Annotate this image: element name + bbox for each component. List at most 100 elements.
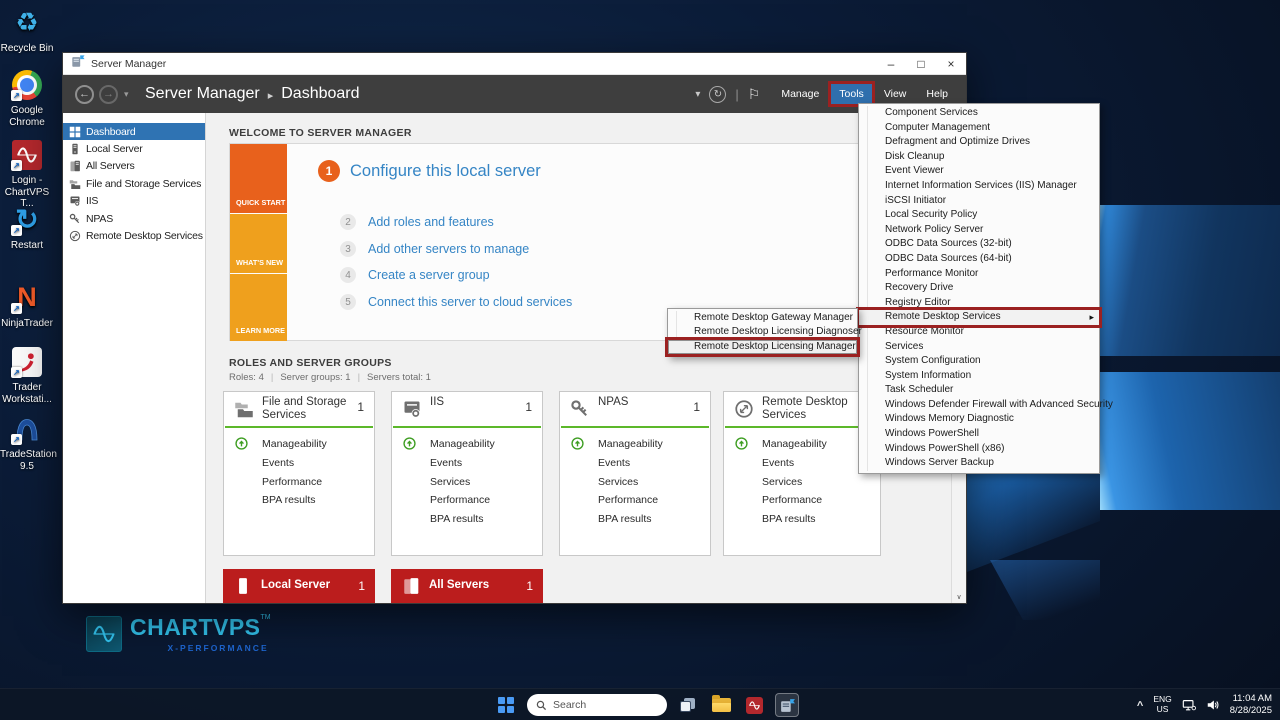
network-icon[interactable] xyxy=(1182,698,1196,712)
tools-menu-item-component-services[interactable]: Component Services xyxy=(859,106,1099,121)
desktop-icon-restart[interactable]: ↻↗Restart xyxy=(0,203,54,252)
back-icon[interactable]: ← xyxy=(75,85,94,104)
sidebar-item-dashboard[interactable]: Dashboard xyxy=(63,123,205,140)
step-link[interactable]: Create a server group xyxy=(368,268,490,282)
server-manager-taskbar-button[interactable] xyxy=(775,693,799,717)
desktop-icon-trader-workstati[interactable]: ↗Trader Workstati... xyxy=(0,345,54,405)
role-card-header[interactable]: IIS1 xyxy=(392,392,542,426)
taskbar-search[interactable] xyxy=(527,694,667,716)
language-indicator[interactable]: ENG US xyxy=(1153,695,1171,715)
status-card-local-server[interactable]: Local Server1 xyxy=(223,569,375,603)
menubar-item-tools[interactable]: Tools xyxy=(831,84,872,104)
desktop-icon-ninjatrader[interactable]: N↗NinjaTrader xyxy=(0,281,54,330)
welcome-step-create-a-server-group[interactable]: 4Create a server group xyxy=(340,267,490,283)
tools-menu-item-system-configuration[interactable]: System Configuration xyxy=(859,354,1099,369)
sidebar-item-remote-desktop-services[interactable]: Remote Desktop Services▷ xyxy=(63,227,205,244)
tools-menu-item-windows-server-backup[interactable]: Windows Server Backup xyxy=(859,456,1099,471)
sidebar-item-local-server[interactable]: Local Server xyxy=(63,140,205,157)
sidebar-item-file-and-storage-services[interactable]: File and Storage Services▷ xyxy=(63,175,205,192)
desktop-icon-login-chartvps-t[interactable]: ↗Login - ChartVPS T... xyxy=(0,138,54,210)
tools-menu-item-services[interactable]: Services xyxy=(859,340,1099,355)
step-link[interactable]: Add roles and features xyxy=(368,215,494,229)
card-row-manageability[interactable]: Manageability xyxy=(560,435,710,454)
welcome-step-connect-this-server-to-cloud-services[interactable]: 5Connect this server to cloud services xyxy=(340,294,572,310)
breadcrumb-root[interactable]: Server Manager xyxy=(145,85,260,103)
tools-menu-item-registry-editor[interactable]: Registry Editor xyxy=(859,296,1099,311)
card-row-services[interactable]: Services xyxy=(724,472,880,491)
scroll-down-icon[interactable]: ∨ xyxy=(952,593,966,601)
close-button[interactable]: × xyxy=(936,53,966,75)
card-row-manageability[interactable]: Manageability xyxy=(392,435,542,454)
submenu-item-remote-desktop-gateway-manager[interactable]: Remote Desktop Gateway Manager xyxy=(668,311,857,325)
chartvps-taskbar-button[interactable] xyxy=(742,693,766,717)
card-row-performance[interactable]: Performance xyxy=(392,491,542,510)
tools-menu-item-remote-desktop-services[interactable]: Remote Desktop Services▸ xyxy=(859,310,1099,325)
desktop-icon-google-chrome[interactable]: ↗Google Chrome xyxy=(0,68,54,128)
submenu-item-remote-desktop-licensing-manager[interactable]: Remote Desktop Licensing Manager xyxy=(668,340,857,354)
history-dropdown-icon[interactable]: ▾ xyxy=(124,89,129,100)
tools-menu-item-network-policy-server[interactable]: Network Policy Server xyxy=(859,223,1099,238)
step-link[interactable]: Connect this server to cloud services xyxy=(368,295,572,309)
card-row-bpa-results[interactable]: BPA results xyxy=(724,510,880,529)
card-row-services[interactable]: Services xyxy=(392,472,542,491)
tray-chevron-icon[interactable]: ^ xyxy=(1137,700,1143,712)
welcome-step-add-other-servers-to-manage[interactable]: 3Add other servers to manage xyxy=(340,241,529,257)
tools-menu-item-local-security-policy[interactable]: Local Security Policy xyxy=(859,208,1099,223)
card-row-services[interactable]: Services xyxy=(560,472,710,491)
refresh-icon[interactable]: ↻ xyxy=(709,86,726,103)
file-explorer-button[interactable] xyxy=(709,693,733,717)
clock[interactable]: 11:04 AM 8/28/2025 xyxy=(1230,693,1272,718)
tools-menu-item-odbc-data-sources-64-bit[interactable]: ODBC Data Sources (64-bit) xyxy=(859,252,1099,267)
sidebar-item-npas[interactable]: NPAS xyxy=(63,210,205,227)
role-card-header[interactable]: NPAS1 xyxy=(560,392,710,426)
tools-menu-item-recovery-drive[interactable]: Recovery Drive xyxy=(859,281,1099,296)
start-button[interactable] xyxy=(494,693,518,717)
volume-icon[interactable] xyxy=(1206,698,1220,712)
card-row-performance[interactable]: Performance xyxy=(724,491,880,510)
card-row-bpa-results[interactable]: BPA results xyxy=(392,510,542,529)
forward-icon[interactable]: → xyxy=(99,85,118,104)
card-row-events[interactable]: Events xyxy=(560,454,710,473)
card-row-events[interactable]: Events xyxy=(392,454,542,473)
desktop-icon-tradestation-9-5[interactable]: ↗TradeStation 9.5 xyxy=(0,412,54,472)
menubar-item-manage[interactable]: Manage xyxy=(773,84,827,104)
search-input[interactable] xyxy=(553,699,653,711)
tools-menu-item-resource-monitor[interactable]: Resource Monitor xyxy=(859,325,1099,340)
maximize-button[interactable]: □ xyxy=(906,53,936,75)
role-card-header[interactable]: Remote Desktop Services1 xyxy=(724,392,880,426)
card-row-manageability[interactable]: Manageability xyxy=(724,435,880,454)
notifications-dropdown-icon[interactable]: ▾ xyxy=(695,89,700,100)
tools-menu-item-defragment-and-optimize-drives[interactable]: Defragment and Optimize Drives xyxy=(859,135,1099,150)
tools-menu-item-internet-information-services-iis-manager[interactable]: Internet Information Services (IIS) Mana… xyxy=(859,179,1099,194)
welcome-step-configure-this-local-server[interactable]: 1Configure this local server xyxy=(318,160,541,182)
status-card-all-servers[interactable]: All Servers1 xyxy=(391,569,543,603)
menubar-item-view[interactable]: View xyxy=(876,84,915,104)
tools-menu-item-odbc-data-sources-32-bit[interactable]: ODBC Data Sources (32-bit) xyxy=(859,237,1099,252)
card-row-performance[interactable]: Performance xyxy=(560,491,710,510)
task-view-button[interactable] xyxy=(676,693,700,717)
submenu-item-remote-desktop-licensing-diagnoser[interactable]: Remote Desktop Licensing Diagnoser xyxy=(668,325,857,339)
tools-menu-item-computer-management[interactable]: Computer Management xyxy=(859,121,1099,136)
tools-menu-item-windows-powershell[interactable]: Windows PowerShell xyxy=(859,427,1099,442)
card-row-manageability[interactable]: Manageability xyxy=(224,435,374,454)
card-row-events[interactable]: Events xyxy=(224,454,374,473)
minimize-button[interactable]: – xyxy=(876,53,906,75)
step-link[interactable]: Add other servers to manage xyxy=(368,242,529,256)
tools-menu-item-task-scheduler[interactable]: Task Scheduler xyxy=(859,383,1099,398)
tools-menu-item-performance-monitor[interactable]: Performance Monitor xyxy=(859,267,1099,282)
tools-menu-item-iscsi-initiator[interactable]: iSCSI Initiator xyxy=(859,194,1099,209)
card-row-bpa-results[interactable]: BPA results xyxy=(224,491,374,510)
tools-menu-item-windows-memory-diagnostic[interactable]: Windows Memory Diagnostic xyxy=(859,412,1099,427)
tools-menu-item-event-viewer[interactable]: Event Viewer xyxy=(859,164,1099,179)
card-row-events[interactable]: Events xyxy=(724,454,880,473)
tools-menu-item-windows-powershell-x86[interactable]: Windows PowerShell (x86) xyxy=(859,442,1099,457)
sidebar-item-iis[interactable]: IIS xyxy=(63,193,205,210)
role-card-header[interactable]: File and Storage Services1 xyxy=(224,392,374,426)
sidebar-item-all-servers[interactable]: All Servers xyxy=(63,158,205,175)
step-link[interactable]: Configure this local server xyxy=(350,162,541,181)
tools-menu-item-disk-cleanup[interactable]: Disk Cleanup xyxy=(859,150,1099,165)
welcome-step-add-roles-and-features[interactable]: 2Add roles and features xyxy=(340,214,494,230)
card-row-performance[interactable]: Performance xyxy=(224,472,374,491)
menubar-item-help[interactable]: Help xyxy=(918,84,956,104)
tools-menu-item-windows-defender-firewall-with-advanced-security[interactable]: Windows Defender Firewall with Advanced … xyxy=(859,398,1099,413)
